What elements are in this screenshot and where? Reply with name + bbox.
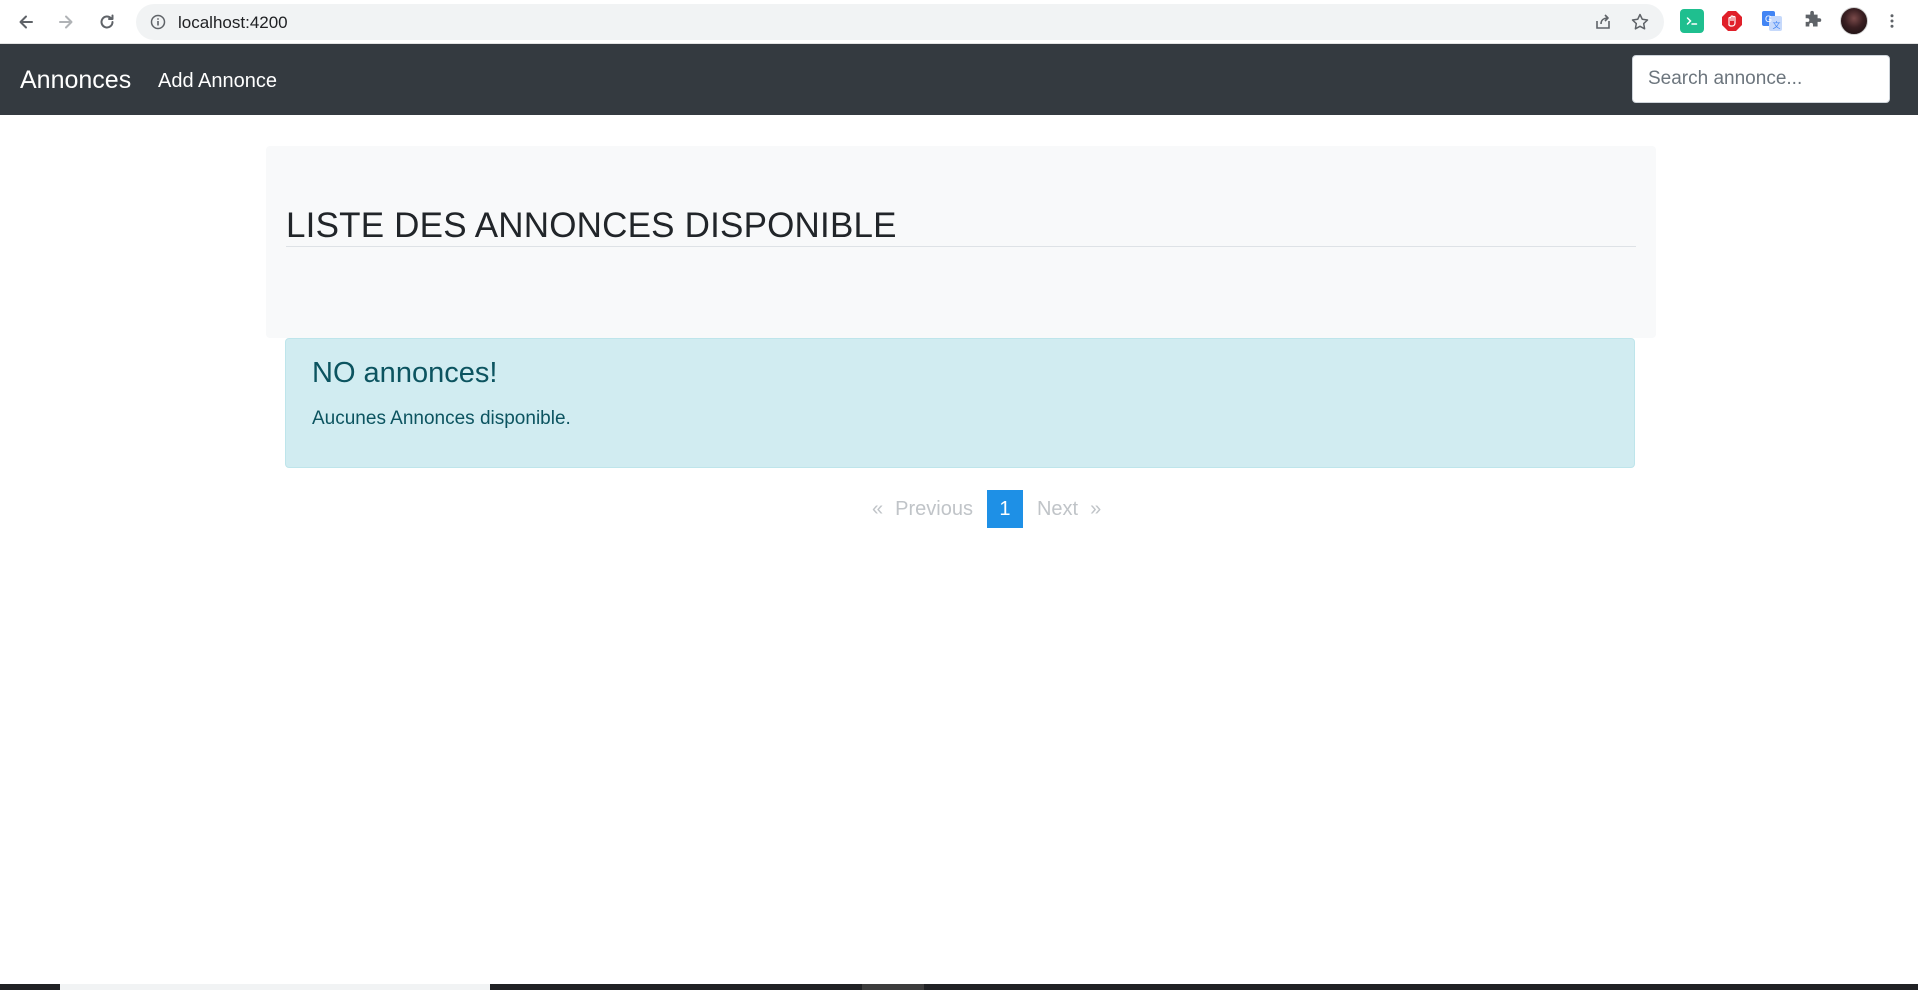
navbar-brand[interactable]: Annonces — [20, 66, 131, 95]
back-arrow-icon[interactable] — [12, 8, 40, 36]
search-input[interactable] — [1632, 55, 1890, 103]
page-header-panel: LISTE DES ANNONCES DISPONIBLE — [266, 146, 1656, 338]
add-annonce-link[interactable]: Add Annonce — [158, 70, 277, 93]
svg-text:文: 文 — [1773, 20, 1781, 30]
taskbar-segment — [60, 984, 490, 990]
browser-toolbar: localhost:4200 G文 — [0, 0, 1918, 44]
pagination-first[interactable]: « — [866, 490, 889, 528]
shield-extension-icon[interactable] — [1720, 9, 1744, 33]
url-text: localhost:4200 — [178, 13, 288, 32]
pagination: « Previous 1 Next » — [866, 490, 1107, 528]
title-divider — [286, 246, 1636, 247]
alert-text: Aucunes Annonces disponible. — [312, 408, 571, 429]
star-icon[interactable] — [1630, 12, 1650, 32]
pagination-previous[interactable]: Previous — [889, 490, 979, 528]
svg-text:G: G — [1765, 14, 1772, 24]
puzzle-icon[interactable] — [1801, 9, 1825, 33]
info-icon[interactable] — [150, 14, 166, 30]
terminal-extension-icon[interactable] — [1680, 9, 1704, 33]
avatar[interactable] — [1840, 7, 1868, 35]
taskbar-strip — [0, 984, 1918, 990]
menu-dots-icon[interactable] — [1882, 9, 1902, 33]
share-icon[interactable] — [1594, 13, 1612, 31]
alert-heading: NO annonces! — [312, 357, 498, 389]
pagination-last[interactable]: » — [1084, 490, 1107, 528]
reload-icon[interactable] — [93, 8, 121, 36]
page-title: LISTE DES ANNONCES DISPONIBLE — [286, 206, 897, 245]
app-navbar: Annonces Add Annonce — [0, 44, 1918, 115]
translate-extension-icon[interactable]: G文 — [1760, 9, 1784, 33]
empty-alert: NO annonces! Aucunes Annonces disponible… — [285, 338, 1635, 468]
forward-arrow-icon[interactable] — [52, 8, 80, 36]
pagination-page-current[interactable]: 1 — [986, 490, 1023, 528]
taskbar-segment — [862, 984, 924, 990]
address-bar[interactable]: localhost:4200 — [136, 4, 1664, 40]
pagination-next[interactable]: Next — [1031, 490, 1084, 528]
